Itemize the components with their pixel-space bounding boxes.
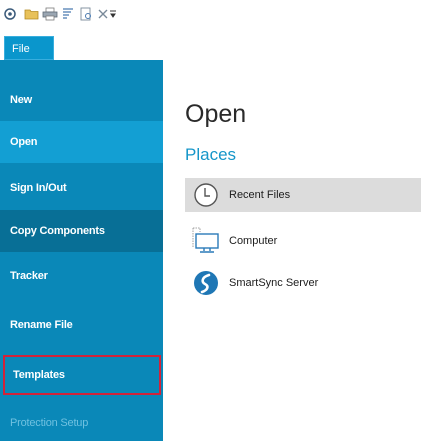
smartsync-icon: [191, 268, 221, 298]
place-label: Computer: [229, 235, 278, 247]
place-recent-files[interactable]: Recent Files: [185, 178, 421, 212]
clock-icon: [191, 180, 221, 210]
sidebar-item-open[interactable]: Open: [0, 121, 163, 163]
sidebar-item-new[interactable]: New: [0, 79, 163, 121]
customize-dropdown-icon[interactable]: [109, 6, 117, 22]
settings-icon[interactable]: [2, 6, 18, 22]
place-label: SmartSync Server: [229, 277, 319, 289]
sidebar-item-rename-file[interactable]: Rename File: [0, 304, 163, 346]
open-folder-icon[interactable]: [24, 6, 40, 22]
sidebar-item-templates[interactable]: Templates: [3, 355, 161, 395]
computer-icon: [191, 226, 221, 256]
print-icon[interactable]: [42, 6, 58, 22]
backstage-sidebar: New Open Sign In/Out Copy Components Tra…: [0, 60, 163, 441]
preview-icon[interactable]: [78, 6, 94, 22]
sidebar-item-tracker[interactable]: Tracker: [0, 255, 163, 297]
quick-access-toolbar: [0, 0, 421, 36]
place-computer[interactable]: Computer: [185, 224, 421, 258]
open-panel: Open Places Recent Files Computer SmartS…: [163, 60, 421, 441]
places-heading: Places: [185, 145, 237, 164]
place-label: Recent Files: [229, 189, 291, 201]
page-title: Open: [185, 100, 247, 128]
sidebar-item-sign-in-out[interactable]: Sign In/Out: [0, 167, 163, 209]
place-smartsync-server[interactable]: SmartSync Server: [185, 266, 421, 300]
sidebar-item-copy-components[interactable]: Copy Components: [0, 210, 163, 252]
sidebar-item-protection-setup: Protection Setup: [10, 417, 89, 429]
sort-icon[interactable]: [60, 6, 76, 22]
file-tab[interactable]: File: [4, 36, 54, 60]
